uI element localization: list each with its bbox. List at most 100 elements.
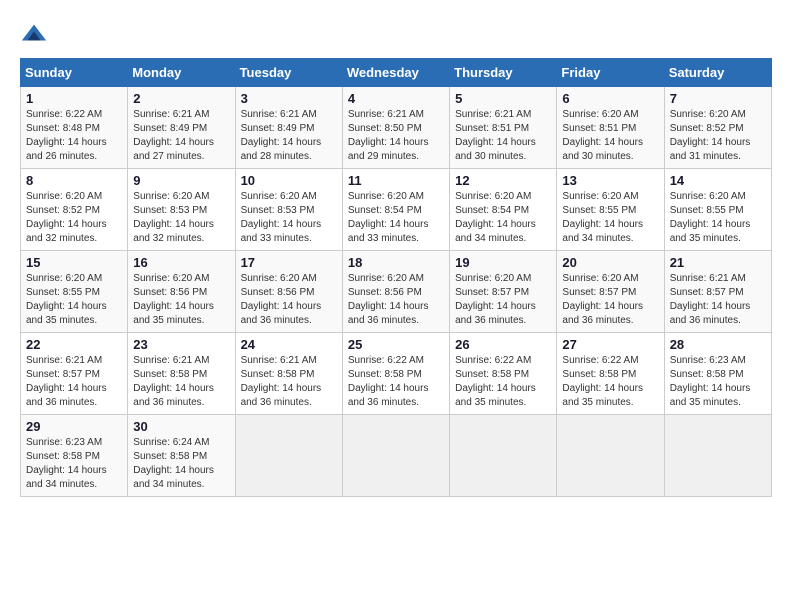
day-number: 3 xyxy=(241,91,337,106)
day-info: Sunrise: 6:20 AM Sunset: 8:56 PM Dayligh… xyxy=(241,272,337,328)
calendar-cell xyxy=(664,415,771,497)
column-header-sunday: Sunday xyxy=(21,59,128,87)
day-info: Sunrise: 6:20 AM Sunset: 8:53 PM Dayligh… xyxy=(133,190,229,246)
logo-icon xyxy=(20,20,48,48)
day-number: 27 xyxy=(562,337,658,352)
day-info: Sunrise: 6:21 AM Sunset: 8:58 PM Dayligh… xyxy=(241,354,337,410)
calendar-cell: 13 Sunrise: 6:20 AM Sunset: 8:55 PM Dayl… xyxy=(557,169,664,251)
calendar-cell: 25 Sunrise: 6:22 AM Sunset: 8:58 PM Dayl… xyxy=(342,333,449,415)
day-info: Sunrise: 6:21 AM Sunset: 8:58 PM Dayligh… xyxy=(133,354,229,410)
calendar-cell: 18 Sunrise: 6:20 AM Sunset: 8:56 PM Dayl… xyxy=(342,251,449,333)
day-number: 19 xyxy=(455,255,551,270)
day-number: 10 xyxy=(241,173,337,188)
day-number: 9 xyxy=(133,173,229,188)
week-row-4: 22 Sunrise: 6:21 AM Sunset: 8:57 PM Dayl… xyxy=(21,333,772,415)
calendar-cell: 27 Sunrise: 6:22 AM Sunset: 8:58 PM Dayl… xyxy=(557,333,664,415)
column-header-saturday: Saturday xyxy=(664,59,771,87)
calendar-table: SundayMondayTuesdayWednesdayThursdayFrid… xyxy=(20,58,772,497)
day-info: Sunrise: 6:20 AM Sunset: 8:57 PM Dayligh… xyxy=(562,272,658,328)
day-info: Sunrise: 6:21 AM Sunset: 8:49 PM Dayligh… xyxy=(241,108,337,164)
day-info: Sunrise: 6:20 AM Sunset: 8:54 PM Dayligh… xyxy=(455,190,551,246)
day-info: Sunrise: 6:21 AM Sunset: 8:51 PM Dayligh… xyxy=(455,108,551,164)
calendar-cell: 21 Sunrise: 6:21 AM Sunset: 8:57 PM Dayl… xyxy=(664,251,771,333)
calendar-cell: 24 Sunrise: 6:21 AM Sunset: 8:58 PM Dayl… xyxy=(235,333,342,415)
day-info: Sunrise: 6:20 AM Sunset: 8:56 PM Dayligh… xyxy=(348,272,444,328)
day-number: 4 xyxy=(348,91,444,106)
calendar-cell: 4 Sunrise: 6:21 AM Sunset: 8:50 PM Dayli… xyxy=(342,87,449,169)
calendar-cell: 17 Sunrise: 6:20 AM Sunset: 8:56 PM Dayl… xyxy=(235,251,342,333)
day-info: Sunrise: 6:21 AM Sunset: 8:57 PM Dayligh… xyxy=(670,272,766,328)
calendar-cell: 23 Sunrise: 6:21 AM Sunset: 8:58 PM Dayl… xyxy=(128,333,235,415)
week-row-5: 29 Sunrise: 6:23 AM Sunset: 8:58 PM Dayl… xyxy=(21,415,772,497)
column-header-thursday: Thursday xyxy=(450,59,557,87)
calendar-cell xyxy=(235,415,342,497)
calendar-cell: 16 Sunrise: 6:20 AM Sunset: 8:56 PM Dayl… xyxy=(128,251,235,333)
page-header xyxy=(20,20,772,48)
day-number: 8 xyxy=(26,173,122,188)
calendar-cell: 8 Sunrise: 6:20 AM Sunset: 8:52 PM Dayli… xyxy=(21,169,128,251)
calendar-cell: 20 Sunrise: 6:20 AM Sunset: 8:57 PM Dayl… xyxy=(557,251,664,333)
calendar-cell xyxy=(342,415,449,497)
day-info: Sunrise: 6:23 AM Sunset: 8:58 PM Dayligh… xyxy=(670,354,766,410)
day-number: 25 xyxy=(348,337,444,352)
day-info: Sunrise: 6:20 AM Sunset: 8:51 PM Dayligh… xyxy=(562,108,658,164)
day-info: Sunrise: 6:21 AM Sunset: 8:57 PM Dayligh… xyxy=(26,354,122,410)
day-number: 11 xyxy=(348,173,444,188)
week-row-3: 15 Sunrise: 6:20 AM Sunset: 8:55 PM Dayl… xyxy=(21,251,772,333)
calendar-cell: 30 Sunrise: 6:24 AM Sunset: 8:58 PM Dayl… xyxy=(128,415,235,497)
day-info: Sunrise: 6:20 AM Sunset: 8:54 PM Dayligh… xyxy=(348,190,444,246)
day-info: Sunrise: 6:20 AM Sunset: 8:55 PM Dayligh… xyxy=(26,272,122,328)
day-info: Sunrise: 6:20 AM Sunset: 8:55 PM Dayligh… xyxy=(670,190,766,246)
calendar-cell: 9 Sunrise: 6:20 AM Sunset: 8:53 PM Dayli… xyxy=(128,169,235,251)
week-row-1: 1 Sunrise: 6:22 AM Sunset: 8:48 PM Dayli… xyxy=(21,87,772,169)
day-info: Sunrise: 6:22 AM Sunset: 8:58 PM Dayligh… xyxy=(348,354,444,410)
day-info: Sunrise: 6:23 AM Sunset: 8:58 PM Dayligh… xyxy=(26,436,122,492)
day-info: Sunrise: 6:20 AM Sunset: 8:52 PM Dayligh… xyxy=(670,108,766,164)
calendar-cell: 1 Sunrise: 6:22 AM Sunset: 8:48 PM Dayli… xyxy=(21,87,128,169)
calendar-cell: 19 Sunrise: 6:20 AM Sunset: 8:57 PM Dayl… xyxy=(450,251,557,333)
calendar-cell: 2 Sunrise: 6:21 AM Sunset: 8:49 PM Dayli… xyxy=(128,87,235,169)
day-info: Sunrise: 6:20 AM Sunset: 8:55 PM Dayligh… xyxy=(562,190,658,246)
day-info: Sunrise: 6:21 AM Sunset: 8:50 PM Dayligh… xyxy=(348,108,444,164)
day-number: 15 xyxy=(26,255,122,270)
day-number: 26 xyxy=(455,337,551,352)
day-number: 24 xyxy=(241,337,337,352)
day-number: 29 xyxy=(26,419,122,434)
calendar-cell: 14 Sunrise: 6:20 AM Sunset: 8:55 PM Dayl… xyxy=(664,169,771,251)
logo xyxy=(20,20,52,48)
day-info: Sunrise: 6:20 AM Sunset: 8:53 PM Dayligh… xyxy=(241,190,337,246)
day-number: 7 xyxy=(670,91,766,106)
week-row-2: 8 Sunrise: 6:20 AM Sunset: 8:52 PM Dayli… xyxy=(21,169,772,251)
day-info: Sunrise: 6:20 AM Sunset: 8:52 PM Dayligh… xyxy=(26,190,122,246)
calendar-cell xyxy=(450,415,557,497)
calendar-cell: 29 Sunrise: 6:23 AM Sunset: 8:58 PM Dayl… xyxy=(21,415,128,497)
day-number: 5 xyxy=(455,91,551,106)
day-number: 1 xyxy=(26,91,122,106)
day-number: 20 xyxy=(562,255,658,270)
calendar-cell: 11 Sunrise: 6:20 AM Sunset: 8:54 PM Dayl… xyxy=(342,169,449,251)
day-info: Sunrise: 6:21 AM Sunset: 8:49 PM Dayligh… xyxy=(133,108,229,164)
day-number: 21 xyxy=(670,255,766,270)
day-number: 28 xyxy=(670,337,766,352)
day-number: 17 xyxy=(241,255,337,270)
calendar-cell: 28 Sunrise: 6:23 AM Sunset: 8:58 PM Dayl… xyxy=(664,333,771,415)
day-info: Sunrise: 6:24 AM Sunset: 8:58 PM Dayligh… xyxy=(133,436,229,492)
column-header-tuesday: Tuesday xyxy=(235,59,342,87)
calendar-cell: 6 Sunrise: 6:20 AM Sunset: 8:51 PM Dayli… xyxy=(557,87,664,169)
calendar-cell: 7 Sunrise: 6:20 AM Sunset: 8:52 PM Dayli… xyxy=(664,87,771,169)
calendar-cell: 22 Sunrise: 6:21 AM Sunset: 8:57 PM Dayl… xyxy=(21,333,128,415)
header-row: SundayMondayTuesdayWednesdayThursdayFrid… xyxy=(21,59,772,87)
day-info: Sunrise: 6:22 AM Sunset: 8:48 PM Dayligh… xyxy=(26,108,122,164)
calendar-cell: 26 Sunrise: 6:22 AM Sunset: 8:58 PM Dayl… xyxy=(450,333,557,415)
calendar-cell: 3 Sunrise: 6:21 AM Sunset: 8:49 PM Dayli… xyxy=(235,87,342,169)
day-info: Sunrise: 6:22 AM Sunset: 8:58 PM Dayligh… xyxy=(562,354,658,410)
day-number: 13 xyxy=(562,173,658,188)
column-header-friday: Friday xyxy=(557,59,664,87)
calendar-cell: 15 Sunrise: 6:20 AM Sunset: 8:55 PM Dayl… xyxy=(21,251,128,333)
day-number: 16 xyxy=(133,255,229,270)
calendar-cell: 12 Sunrise: 6:20 AM Sunset: 8:54 PM Dayl… xyxy=(450,169,557,251)
day-info: Sunrise: 6:20 AM Sunset: 8:57 PM Dayligh… xyxy=(455,272,551,328)
day-number: 6 xyxy=(562,91,658,106)
day-number: 23 xyxy=(133,337,229,352)
day-number: 14 xyxy=(670,173,766,188)
